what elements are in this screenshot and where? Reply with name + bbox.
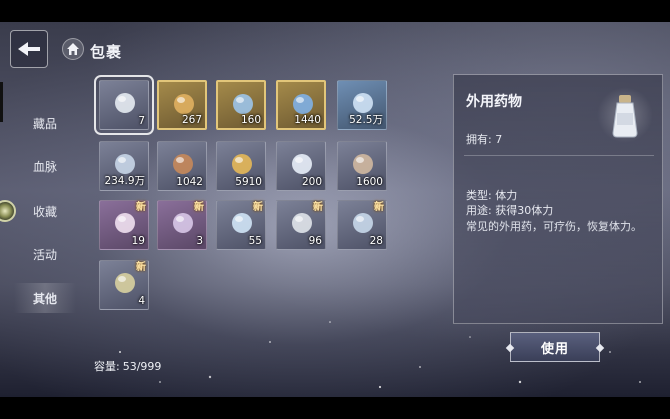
inventory-slot[interactable]: 52.5万	[337, 80, 387, 130]
sidebar-item-bloodline[interactable]: 血脉	[14, 151, 76, 181]
new-badge: 新	[194, 202, 204, 213]
inventory-slot[interactable]: 96 新	[276, 200, 326, 250]
new-badge: 新	[136, 262, 146, 273]
item-type: 类型: 体力	[466, 189, 518, 202]
item-quantity: 5910	[235, 176, 262, 188]
inventory-slot[interactable]: 1440	[276, 80, 326, 130]
item-detail-panel: 外用药物 拥有: 7 类型: 体力 用途: 获得30体力 常见的外用药，可疗伤，…	[453, 74, 663, 324]
sidebar-item-collectibles[interactable]: 藏品	[14, 108, 76, 138]
sidebar-item-events[interactable]: 活动	[14, 239, 76, 269]
sidebar-item-favorites[interactable]: 收藏	[14, 196, 76, 226]
item-quantity: 200	[301, 176, 322, 188]
glowing-sphere-icon	[115, 213, 135, 233]
inventory-slot[interactable]: 1600	[337, 141, 387, 191]
inventory-slot[interactable]: 160	[216, 80, 266, 130]
sidebar-edge-decoration	[0, 82, 3, 122]
sidebar-item-other[interactable]: 其他	[14, 283, 76, 313]
item-quantity: 1600	[356, 176, 383, 188]
use-button[interactable]: 使用	[510, 332, 600, 362]
inventory-slot[interactable]: 3新	[157, 200, 207, 250]
bronze-orb-icon	[173, 154, 193, 174]
new-badge: 新	[374, 202, 384, 213]
page-title: 包裹	[90, 43, 123, 61]
item-quantity: 160	[240, 114, 261, 126]
inventory-slot[interactable]: 5910	[216, 141, 266, 191]
crystal-sphere-icon	[232, 213, 252, 233]
stone-block-icon	[292, 213, 312, 233]
item-quantity: 3	[196, 235, 203, 247]
item-quantity: 96	[308, 235, 322, 247]
item-quantity: 52.5万	[349, 114, 383, 126]
inventory-slot[interactable]: 1042	[157, 141, 207, 191]
item-quantity: 19	[131, 235, 145, 247]
golden-fragment-icon	[232, 154, 252, 174]
medicine-bottle-icon	[597, 87, 653, 143]
ticket-icon	[353, 213, 373, 233]
new-badge: 新	[136, 202, 146, 213]
capacity-label: 容量:	[94, 360, 120, 373]
item-quantity: 1440	[294, 114, 321, 126]
inventory-slot[interactable]: 19 新	[99, 200, 149, 250]
inventory-slot[interactable]: 7	[94, 75, 154, 135]
home-icon	[67, 43, 79, 55]
item-description: 常见的外用药，可疗伤，恢复体力。	[466, 220, 642, 233]
item-quantity: 234.9万	[104, 175, 145, 187]
violet-sphere-icon	[173, 213, 193, 233]
item-quantity: 267	[181, 114, 202, 126]
inventory-slot[interactable]: 234.9万	[99, 141, 149, 191]
inventory-slot[interactable]: 200	[276, 141, 326, 191]
item-owned-count: 拥有: 7	[466, 133, 503, 146]
pearl-orb-icon	[292, 154, 312, 174]
item-quantity: 28	[369, 235, 383, 247]
detail-divider	[464, 155, 654, 156]
medicine-bottle-icon	[115, 93, 135, 113]
item-name: 外用药物	[466, 94, 522, 110]
item-quantity: 55	[248, 235, 262, 247]
new-badge: 新	[313, 202, 323, 213]
inventory-slot[interactable]: 28 新	[337, 200, 387, 250]
feather-quill-icon	[115, 273, 135, 293]
inventory-slot[interactable]: 267	[157, 80, 207, 130]
film-scroll-icon	[353, 154, 373, 174]
back-button[interactable]	[10, 30, 48, 68]
home-button[interactable]	[62, 38, 84, 60]
capacity-readout: 容量: 53/999	[94, 358, 164, 374]
capacity-value: 53/999	[122, 360, 162, 373]
inventory-slot[interactable]: 55 新	[216, 200, 266, 250]
item-quantity: 7	[138, 115, 145, 127]
back-arrow-icon	[18, 42, 40, 56]
new-badge: 新	[253, 202, 263, 213]
inventory-slot[interactable]: 4新	[99, 260, 149, 310]
item-quantity: 4	[138, 295, 145, 307]
item-usage: 用途: 获得30体力	[466, 204, 554, 217]
game-screen: 包裹 藏品 血脉 收藏 活动 其他 7 267 160 1440 52.5万 234.9万…	[0, 22, 670, 397]
item-quantity: 1042	[176, 176, 203, 188]
